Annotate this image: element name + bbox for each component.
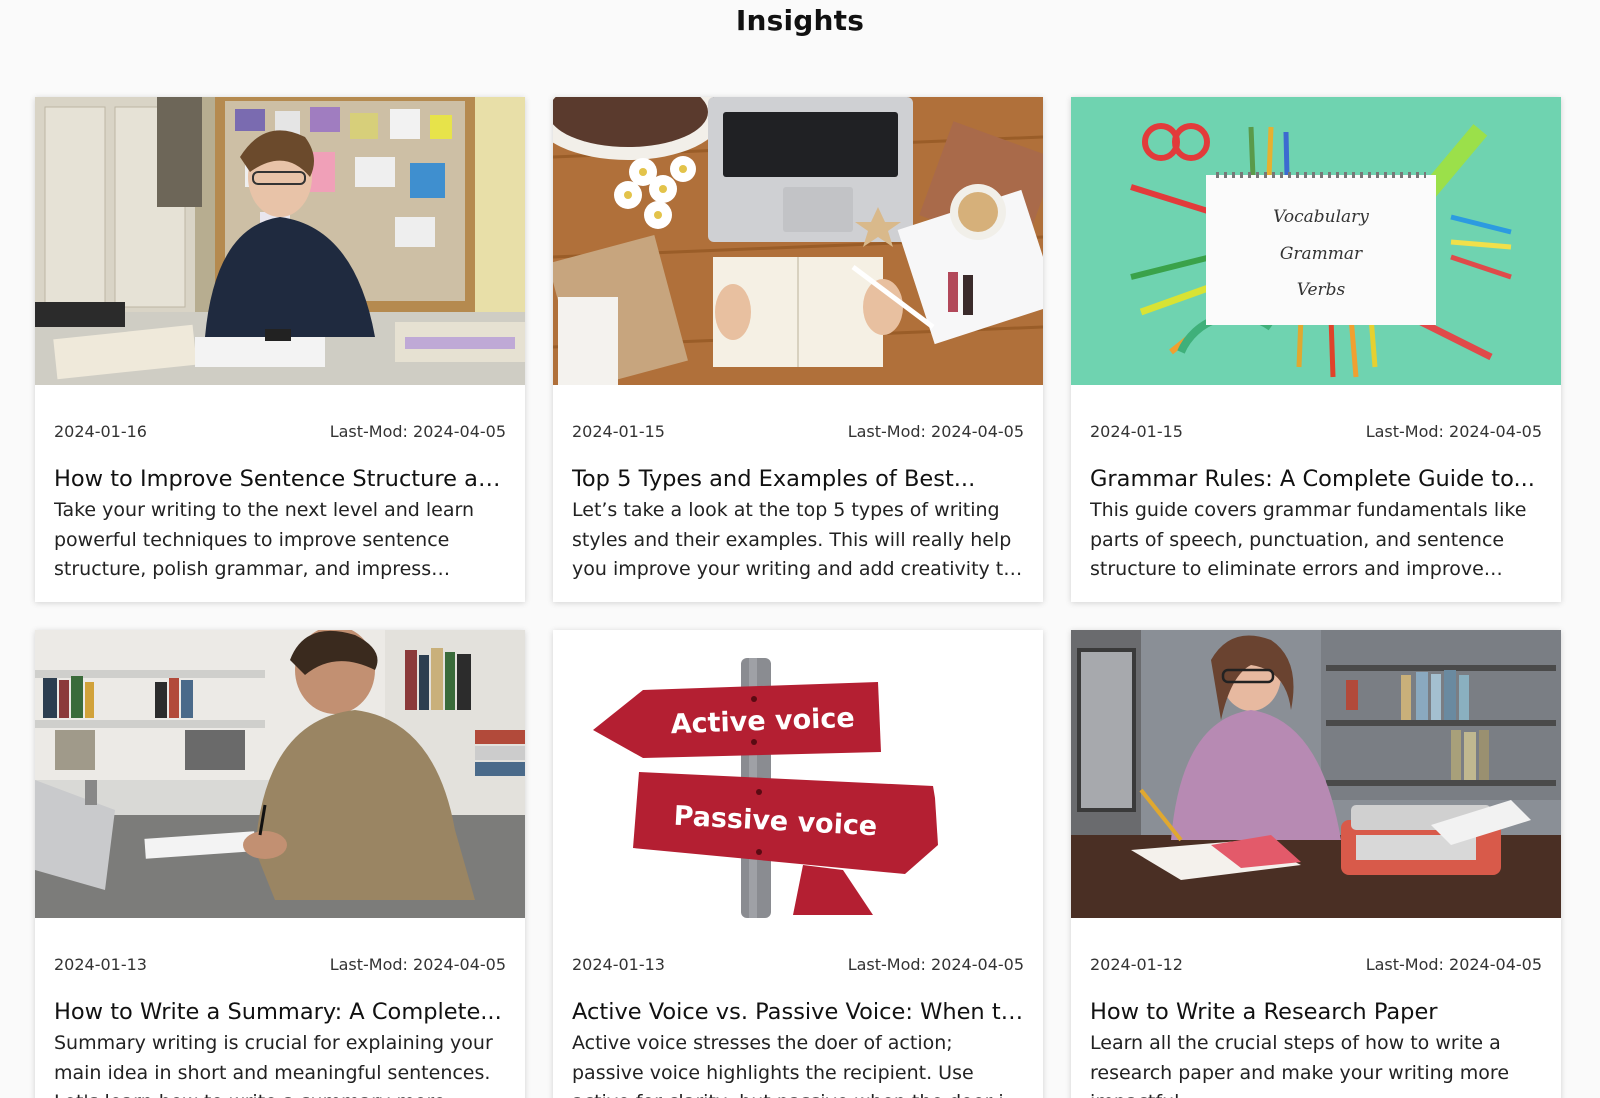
card-excerpt: Active voice stresses the doer of action… <box>572 1032 1014 1098</box>
card-meta: 2024-01-15 Last-Mod: 2024-04-05 <box>1090 421 1542 443</box>
student-studying-photo[interactable] <box>35 97 525 385</box>
card-excerpt: Learn all the crucial steps of how to wr… <box>1090 1032 1510 1098</box>
card-meta: 2024-01-16 Last-Mod: 2024-04-05 <box>54 421 506 443</box>
woman-typewriter-photo[interactable] <box>1071 630 1561 918</box>
card-title[interactable]: Active Voice vs. Passive Voice: When to.… <box>572 997 1024 1027</box>
card-body: 2024-01-13 Last-Mod: 2024-04-05 How to W… <box>35 918 525 1098</box>
card-title[interactable]: Top 5 Types and Examples of Best... <box>572 464 1024 494</box>
man-writing-photo[interactable] <box>35 630 525 918</box>
page-title: Insights <box>735 4 865 37</box>
card-title[interactable]: How to Write a Summary: A Complete... <box>54 997 506 1027</box>
card-meta: 2024-01-12 Last-Mod: 2024-04-05 <box>1090 954 1542 976</box>
publish-date: 2024-01-13 <box>54 955 147 974</box>
insights-page: Insights 2024-01-16 Last-Mod: 2024-04-05… <box>0 0 1600 1098</box>
last-modified: Last-Mod: 2024-04-05 <box>329 955 506 974</box>
desk-laptop-notebook-photo[interactable] <box>553 97 1043 385</box>
last-modified: Last-Mod: 2024-04-05 <box>1365 422 1542 441</box>
last-modified: Last-Mod: 2024-04-05 <box>847 955 1024 974</box>
article-card[interactable]: 2024-01-13 Last-Mod: 2024-04-05 How to W… <box>35 630 525 1098</box>
card-excerpt: Summary writing is crucial for explainin… <box>54 1032 493 1098</box>
last-modified: Last-Mod: 2024-04-05 <box>847 422 1024 441</box>
card-excerpt: Take your writing to the next level and … <box>54 499 475 580</box>
notepad-text-grammar: Grammar <box>1280 244 1363 264</box>
last-modified: Last-Mod: 2024-04-05 <box>1365 955 1542 974</box>
card-body: 2024-01-15 Last-Mod: 2024-04-05 Top 5 Ty… <box>553 385 1043 585</box>
card-body: 2024-01-15 Last-Mod: 2024-04-05 Grammar … <box>1071 385 1561 585</box>
publish-date: 2024-01-15 <box>572 422 665 441</box>
card-title[interactable]: How to Write a Research Paper <box>1090 997 1542 1027</box>
card-body: 2024-01-13 Last-Mod: 2024-04-05 Active V… <box>553 918 1043 1098</box>
last-modified: Last-Mod: 2024-04-05 <box>329 422 506 441</box>
card-title[interactable]: How to Improve Sentence Structure and... <box>54 464 506 494</box>
active-voice-sign-text: Active voice <box>670 703 855 740</box>
card-meta: 2024-01-13 Last-Mod: 2024-04-05 <box>54 954 506 976</box>
article-card[interactable]: 2024-01-16 Last-Mod: 2024-04-05 How to I… <box>35 97 525 602</box>
notepad-text-vocabulary: Vocabulary <box>1273 207 1369 227</box>
publish-date: 2024-01-12 <box>1090 955 1183 974</box>
card-excerpt: Let’s take a look at the top 5 types of … <box>572 499 1015 580</box>
notepad-text-verbs: Verbs <box>1297 280 1346 300</box>
card-body: 2024-01-12 Last-Mod: 2024-04-05 How to W… <box>1071 918 1561 1098</box>
card-body: 2024-01-16 Last-Mod: 2024-04-05 How to I… <box>35 385 525 585</box>
publish-date: 2024-01-15 <box>1090 422 1183 441</box>
article-card[interactable]: 2024-01-12 Last-Mod: 2024-04-05 How to W… <box>1071 630 1561 1098</box>
voice-signpost-photo[interactable]: Active voice Passive voice <box>553 630 1043 918</box>
publish-date: 2024-01-16 <box>54 422 147 441</box>
card-meta: 2024-01-15 Last-Mod: 2024-04-05 <box>572 421 1024 443</box>
article-card[interactable]: Vocabulary Grammar Verbs 2024-01-15 Last… <box>1071 97 1561 602</box>
article-card[interactable]: 2024-01-15 Last-Mod: 2024-04-05 Top 5 Ty… <box>553 97 1043 602</box>
article-card[interactable]: Active voice Passive voice 2024-01-13 La… <box>553 630 1043 1098</box>
publish-date: 2024-01-13 <box>572 955 665 974</box>
card-title[interactable]: Grammar Rules: A Complete Guide to... <box>1090 464 1542 494</box>
card-meta: 2024-01-13 Last-Mod: 2024-04-05 <box>572 954 1024 976</box>
insights-grid: 2024-01-16 Last-Mod: 2024-04-05 How to I… <box>35 97 1563 1098</box>
card-excerpt: This guide covers grammar fundamentals l… <box>1090 499 1527 580</box>
grammar-notepad-photo[interactable]: Vocabulary Grammar Verbs <box>1071 97 1561 385</box>
